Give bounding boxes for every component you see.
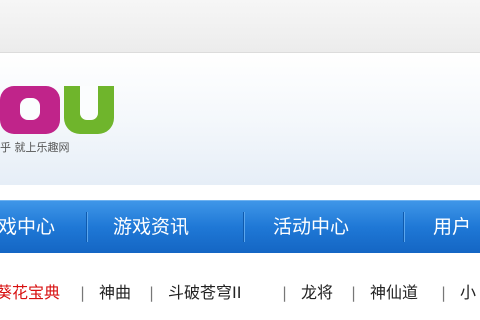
nav-separator	[403, 212, 405, 242]
main-nav-bar: 戏中心 游戏资讯 活动中心 用户	[0, 200, 480, 253]
game-link-longjiang[interactable]: 龙将	[301, 282, 333, 304]
link-separator: |	[282, 284, 288, 302]
browser-top-strip	[0, 0, 480, 53]
link-separator: |	[351, 284, 357, 302]
logo-mark-q-counter	[20, 98, 40, 120]
game-link-kuihua[interactable]: 葵花宝典	[0, 282, 60, 304]
link-separator: |	[441, 284, 447, 302]
game-link-xiao[interactable]: 小	[460, 282, 476, 304]
link-separator: |	[149, 284, 155, 302]
nav-separator	[86, 212, 88, 242]
link-separator: |	[80, 284, 86, 302]
nav-item-game-news[interactable]: 游戏资讯	[113, 201, 189, 253]
nav-separator	[243, 212, 245, 242]
game-link-shenqu[interactable]: 神曲	[99, 282, 131, 304]
nav-item-events[interactable]: 活动中心	[273, 201, 349, 253]
game-links-bar: 葵花宝典 | 神曲 | 斗破苍穹II | 龙将 | 神仙道 | 小	[0, 268, 480, 320]
game-link-doupo[interactable]: 斗破苍穹II	[168, 282, 241, 304]
nav-item-game-center[interactable]: 戏中心	[0, 201, 55, 253]
game-link-shenxiandao[interactable]: 神仙道	[370, 282, 418, 304]
nav-item-user[interactable]: 用户	[433, 201, 471, 253]
logo-mark-u-counter	[80, 86, 98, 120]
site-tagline: 乎 就上乐趣网	[0, 141, 70, 154]
